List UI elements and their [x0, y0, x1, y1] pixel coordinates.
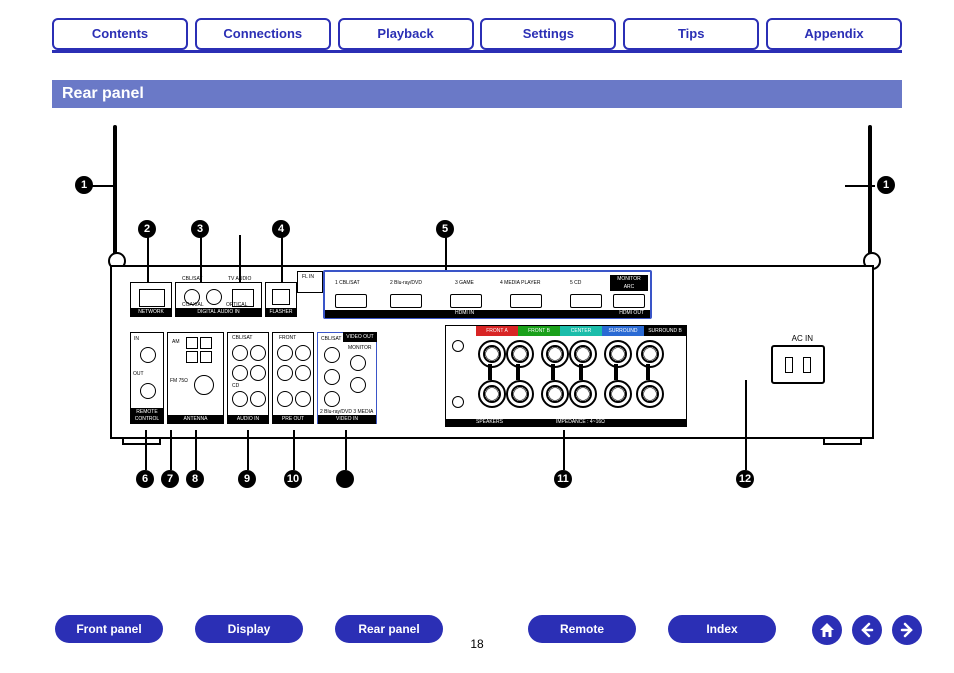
speaker-terminals-block: FRONT A FRONT B CENTER SURROUND SURROUND…: [445, 325, 687, 427]
label-digital-audio-in: DIGITAL AUDIO IN: [176, 308, 261, 317]
antenna-block: AM FM 75Ω ANTENNA: [167, 332, 224, 424]
label-network: NETWORK: [131, 308, 171, 317]
callout-4: 4: [272, 220, 290, 238]
label-video-monitor: MONITOR: [348, 345, 372, 351]
callout-7: 7: [161, 470, 179, 488]
label-impedance: IMPEDANCE : 4~16Ω: [556, 419, 605, 425]
label-preout-front: FRONT: [279, 335, 296, 341]
label-spk-surround-b: SURROUND B: [644, 326, 686, 336]
tab-playback[interactable]: Playback: [338, 18, 474, 50]
label-flasher: FLASHER: [266, 308, 296, 317]
label-fl-in: FL IN: [302, 274, 314, 280]
callout-2: 2: [138, 220, 156, 238]
label-hdmi-1: 1 CBL/SAT: [335, 280, 360, 286]
section-title-bar: Rear panel: [52, 80, 902, 108]
tab-connections[interactable]: Connections: [195, 18, 331, 50]
fl-in-block: FL IN: [297, 271, 323, 293]
label-hdmi-2: 2 Blu-ray/DVD: [390, 280, 422, 286]
callout-11-a: [336, 470, 354, 488]
top-nav: Contents Connections Playback Settings T…: [52, 18, 902, 54]
antenna-right: [860, 120, 880, 270]
label-am: AM: [172, 339, 180, 345]
manual-page: Contents Connections Playback Settings T…: [0, 0, 954, 673]
label-hdmi-4: 4 MEDIA PLAYER: [500, 280, 540, 286]
callout-1b: 1: [877, 176, 895, 194]
callout-3: 3: [191, 220, 209, 238]
label-remote-in: IN: [134, 336, 139, 342]
bottom-nav: Front panel Display Rear panel 18 Remote…: [0, 615, 954, 659]
label-hdmi-5: 5 CD: [570, 280, 581, 286]
tab-appendix[interactable]: Appendix: [766, 18, 902, 50]
label-hdmi-3: 3 GAME: [455, 280, 474, 286]
label-antenna: ANTENNA: [168, 415, 223, 424]
callout-12: 12: [736, 470, 754, 488]
callout-10: 10: [284, 470, 302, 488]
tab-tips[interactable]: Tips: [623, 18, 759, 50]
label-monitor-arc: MONITORARC: [610, 275, 648, 291]
label-video-out: VIDEO OUT: [343, 332, 377, 342]
link-index[interactable]: Index: [668, 615, 776, 643]
remote-control-block: IN OUT REMOTE CONTROL: [130, 332, 164, 424]
link-front-panel[interactable]: Front panel: [55, 615, 163, 643]
label-fm: FM 75Ω: [170, 378, 188, 384]
label-hdmi-in: HDMI IN: [455, 310, 474, 316]
callout-11: 11: [554, 470, 572, 488]
link-display[interactable]: Display: [195, 615, 303, 643]
rear-panel-diagram: NETWORK CBL/SAT TV AUDIO COAXIAL OPTICAL…: [75, 120, 875, 490]
label-video-in: VIDEO IN: [318, 415, 376, 424]
label-hdmi-out: HDMI OUT: [619, 310, 644, 316]
home-icon[interactable]: [812, 615, 842, 645]
label-spk-center: CENTER: [560, 326, 602, 336]
next-page-icon[interactable]: [892, 615, 922, 645]
tab-contents[interactable]: Contents: [52, 18, 188, 50]
page-number: 18: [470, 637, 483, 651]
antenna-left: [105, 120, 125, 270]
flasher-block: FLASHER: [265, 282, 297, 317]
label-video-cbl: CBL/SAT: [321, 336, 341, 342]
callout-5: 5: [436, 220, 454, 238]
label-audio-cd: CD: [232, 383, 239, 389]
prev-page-icon[interactable]: [852, 615, 882, 645]
label-pre-out: PRE OUT: [273, 415, 313, 424]
top-nav-underline: [52, 50, 902, 53]
tab-settings[interactable]: Settings: [480, 18, 616, 50]
link-rear-panel[interactable]: Rear panel: [335, 615, 443, 643]
label-speakers: SPEAKERS: [476, 419, 503, 425]
video-block: VIDEO OUT CBL/SAT MONITOR 2 Blu-ray/DVD …: [317, 332, 377, 424]
link-remote[interactable]: Remote: [528, 615, 636, 643]
callout-6: 6: [136, 470, 154, 488]
label-remote-out: OUT: [133, 371, 144, 377]
ac-inlet: [771, 345, 825, 384]
hdmi-block: 1 CBL/SAT 2 Blu-ray/DVD 3 GAME 4 MEDIA P…: [323, 270, 652, 319]
label-remote-control: REMOTE CONTROL: [131, 408, 163, 424]
digital-audio-in-block: CBL/SAT TV AUDIO COAXIAL OPTICAL DIGITAL…: [175, 282, 262, 317]
pre-out-block: FRONT PRE OUT: [272, 332, 314, 424]
label-audio-in: AUDIO IN: [228, 415, 268, 424]
network-block: NETWORK: [130, 282, 172, 317]
callout-9: 9: [238, 470, 256, 488]
label-audio-cbl: CBL/SAT: [232, 335, 252, 341]
label-ac-in: AC IN: [792, 334, 813, 343]
callout-8: 8: [186, 470, 204, 488]
label-spk-front-b: FRONT B: [518, 326, 560, 336]
audio-in-block: CBL/SAT CD AUDIO IN: [227, 332, 269, 424]
label-spk-front-a: FRONT A: [476, 326, 518, 336]
callout-1a: 1: [75, 176, 93, 194]
label-spk-surround: SURROUND: [602, 326, 644, 336]
